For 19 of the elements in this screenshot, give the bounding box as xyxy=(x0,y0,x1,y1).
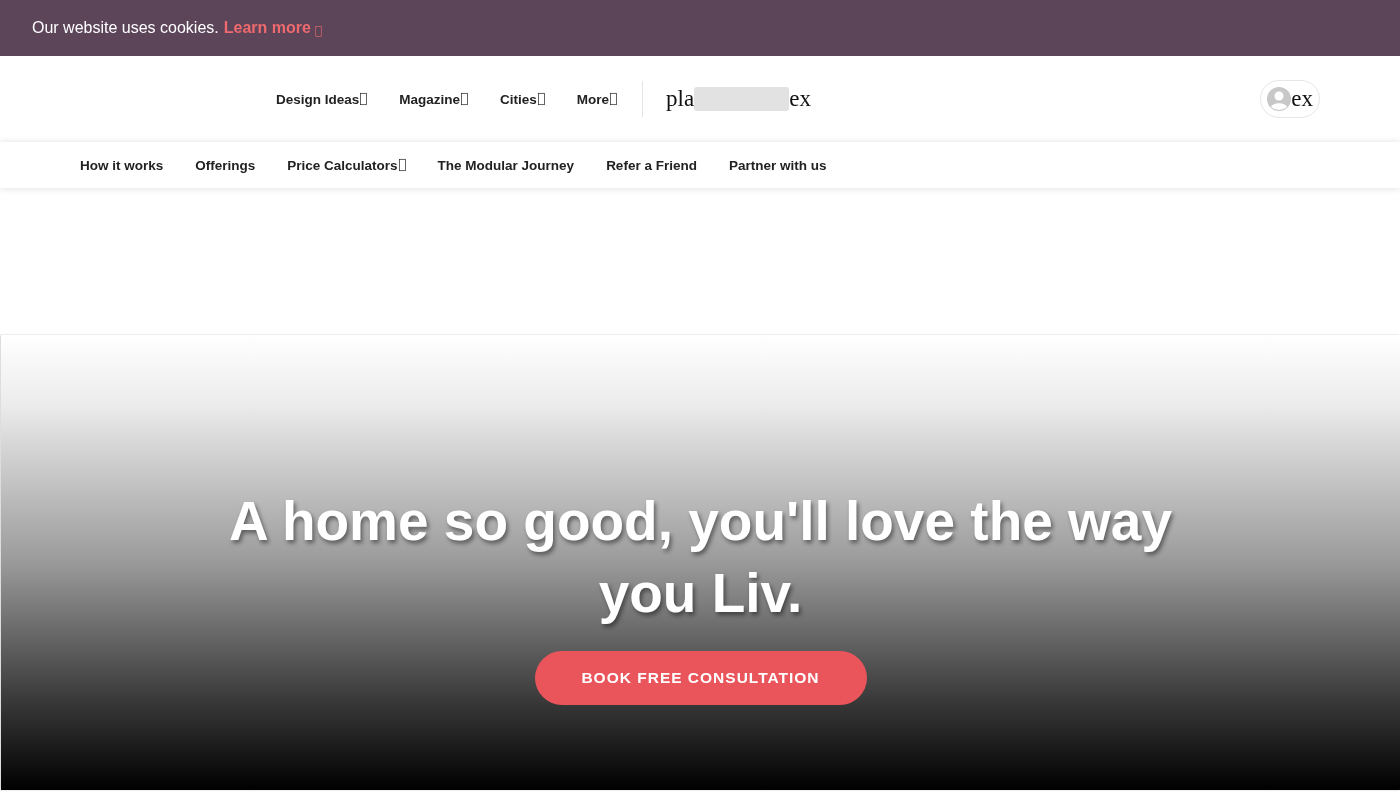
nav-link[interactable]: Refer a Friend xyxy=(606,157,697,173)
nav-link[interactable]: Design Ideas xyxy=(276,91,368,107)
avatar-icon xyxy=(1267,87,1292,111)
book-consultation-button[interactable]: BOOK FREE CONSULTATION xyxy=(534,651,867,705)
nav-link[interactable]: The Modular Journey xyxy=(437,157,575,173)
search-text: pla xyxy=(666,86,695,112)
nav-link[interactable]: Magazine xyxy=(399,91,469,107)
nav-link[interactable]: Cities xyxy=(500,91,545,107)
missing-glyph-icon xyxy=(314,25,322,37)
cookie-message: Our website uses cookies. xyxy=(32,19,219,37)
nav-link[interactable]: Offerings xyxy=(195,157,256,173)
hero-heading: A home so good, you'll love the way you Liv. xyxy=(227,489,1174,626)
nav-link[interactable]: More xyxy=(576,91,618,107)
nav-link[interactable]: Price Calculators xyxy=(287,157,406,173)
search-text: ex xyxy=(789,86,811,112)
nav-link[interactable]: How it works xyxy=(80,157,164,173)
account-button[interactable]: ex xyxy=(1260,80,1320,118)
nav-link[interactable]: Partner with us xyxy=(728,157,827,173)
search-area[interactable]: pla ex xyxy=(666,86,811,112)
